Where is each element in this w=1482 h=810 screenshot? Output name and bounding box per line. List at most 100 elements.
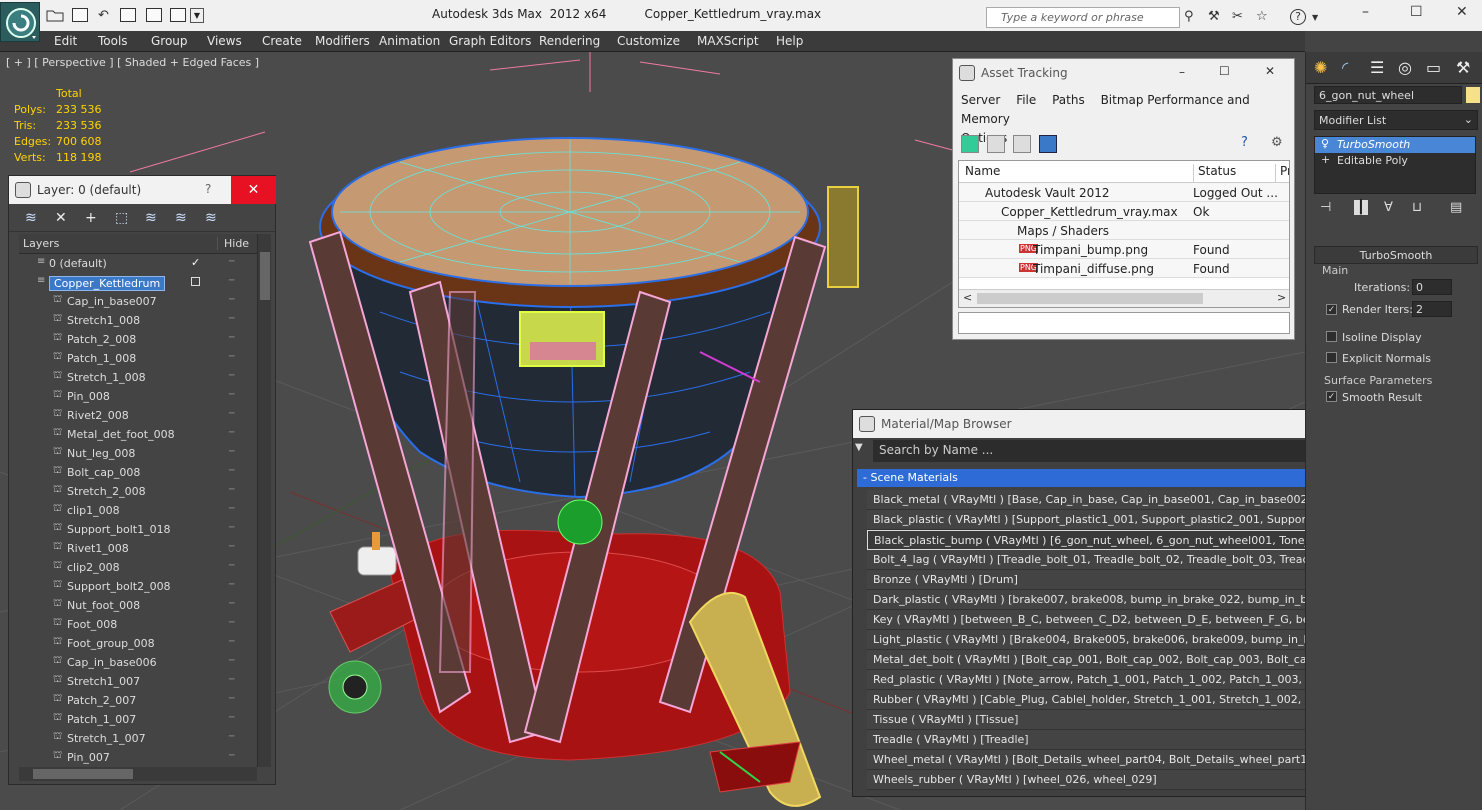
asset-path-field[interactable] bbox=[958, 312, 1290, 334]
object-name-field[interactable]: 6_gon_nut_wheel bbox=[1314, 86, 1462, 104]
layer-row[interactable]: ⛫ Stretch1_008 ─ bbox=[19, 311, 257, 330]
menu-views[interactable]: Views bbox=[207, 34, 242, 48]
menu-graph-editors[interactable]: Graph Editors bbox=[449, 34, 531, 48]
hide-toggle[interactable]: ─ bbox=[229, 656, 234, 666]
light-bulb-icon[interactable]: ♀ bbox=[1321, 137, 1329, 150]
layer-row[interactable]: ⛫ Patch_2_008 ─ bbox=[19, 330, 257, 349]
binoculars-icon[interactable]: ⚲ bbox=[1184, 9, 1194, 24]
layer-row[interactable]: ⛫ Patch_2_007 ─ bbox=[19, 691, 257, 710]
hide-toggle[interactable]: ─ bbox=[229, 257, 234, 267]
layer-row[interactable]: ⛫ Stretch1_007 ─ bbox=[19, 672, 257, 691]
new-scene-icon[interactable] bbox=[146, 8, 162, 22]
asset-row[interactable]: Autodesk Vault 2012 Logged Out ... bbox=[959, 183, 1289, 202]
menu-maxscript[interactable]: MAXScript bbox=[697, 34, 759, 48]
hide-toggle[interactable]: ─ bbox=[229, 409, 234, 419]
layer-close-button[interactable]: ✕ bbox=[231, 176, 276, 204]
scroll-thumb[interactable] bbox=[260, 252, 270, 300]
layer-row[interactable]: ⛫ Nut_foot_008 ─ bbox=[19, 596, 257, 615]
menu-animation[interactable]: Animation bbox=[379, 34, 440, 48]
hide-toggle[interactable]: ─ bbox=[229, 390, 234, 400]
utilities-tab-icon[interactable]: ⚒ bbox=[1456, 58, 1470, 77]
layer-vertical-scrollbar[interactable] bbox=[257, 234, 271, 767]
pin-stack-icon[interactable]: ⊣ bbox=[1320, 200, 1331, 215]
asset-row[interactable]: Copper_Kettledrum_vray.max Ok bbox=[959, 202, 1289, 221]
menu-customize[interactable]: Customize bbox=[617, 34, 680, 48]
modify-tab-icon[interactable]: ◜ bbox=[1342, 58, 1348, 77]
layer-row[interactable]: ⛫ clip1_008 ─ bbox=[19, 501, 257, 520]
scroll-left-icon[interactable]: < bbox=[963, 291, 972, 304]
col-layers[interactable]: Layers bbox=[23, 237, 59, 250]
layer-row[interactable]: ⛫ Bolt_cap_008 ─ bbox=[19, 463, 257, 482]
help-dropdown-icon[interactable]: ▼ bbox=[1312, 13, 1318, 22]
layer-row[interactable]: ⛫ Pin_008 ─ bbox=[19, 387, 257, 406]
layer-row[interactable]: ⛫ Metal_det_foot_008 ─ bbox=[19, 425, 257, 444]
hide-toggle[interactable]: ─ bbox=[229, 276, 234, 286]
remove-modifier-icon[interactable]: ⊔ bbox=[1412, 200, 1422, 215]
hide-toggle[interactable]: ─ bbox=[229, 580, 234, 590]
menu-help[interactable]: Help bbox=[776, 34, 803, 48]
layer-row[interactable]: ⛫ Support_bolt2_008 ─ bbox=[19, 577, 257, 596]
col-path[interactable]: Pr bbox=[1275, 164, 1289, 182]
scroll-thumb[interactable] bbox=[33, 769, 133, 779]
hide-all-icon[interactable]: ≋ bbox=[175, 210, 187, 226]
turbosmooth-rollout[interactable]: TurboSmooth bbox=[1314, 246, 1478, 264]
highlight-layer-icon[interactable]: ≋ bbox=[145, 210, 157, 226]
asset-minimize-icon[interactable]: – bbox=[1179, 65, 1185, 79]
hierarchy-tab-icon[interactable]: ☰ bbox=[1370, 58, 1384, 77]
hide-toggle[interactable]: ─ bbox=[229, 466, 234, 476]
layer-row[interactable]: ≡ 0 (default) ✓ ─ bbox=[19, 254, 257, 273]
save-icon[interactable] bbox=[72, 8, 88, 22]
modifier-list-dropdown[interactable]: Modifier List ⌄ bbox=[1314, 110, 1478, 130]
freeze-all-icon[interactable]: ≋ bbox=[205, 210, 217, 226]
make-current-checkbox[interactable] bbox=[191, 277, 200, 286]
layer-row[interactable]: ⛫ Stretch_1_008 ─ bbox=[19, 368, 257, 387]
scroll-thumb[interactable] bbox=[977, 293, 1203, 304]
add-to-layer-icon[interactable]: + bbox=[85, 210, 97, 226]
render-iters-checkbox[interactable]: ✓ bbox=[1326, 304, 1337, 315]
hide-toggle[interactable]: ─ bbox=[229, 523, 234, 533]
menu-group[interactable]: Group bbox=[151, 34, 188, 48]
communication-center-icon[interactable]: ⚒ bbox=[1208, 9, 1220, 24]
browser-options-icon[interactable]: ▼ bbox=[855, 442, 871, 460]
hide-toggle[interactable]: ─ bbox=[229, 694, 234, 704]
asset-row[interactable]: Maps / Shaders bbox=[959, 221, 1289, 240]
asset-help-icon[interactable]: ? bbox=[1241, 135, 1248, 150]
create-layer-icon[interactable]: ≋ bbox=[25, 210, 37, 226]
app-logo-icon[interactable] bbox=[0, 2, 40, 42]
hide-toggle[interactable]: ─ bbox=[229, 561, 234, 571]
col-name[interactable]: Name bbox=[965, 164, 1000, 178]
layer-row[interactable]: ⛫ Stretch_2_008 ─ bbox=[19, 482, 257, 501]
layer-row[interactable]: ⛫ Cap_in_base007 ─ bbox=[19, 292, 257, 311]
layer-row[interactable]: ⛫ Patch_1_008 ─ bbox=[19, 349, 257, 368]
layer-row[interactable]: ⛫ Support_bolt1_018 ─ bbox=[19, 520, 257, 539]
viewport-label[interactable]: [ + ] [ Perspective ] [ Shaded + Edged F… bbox=[6, 56, 259, 69]
object-color-swatch[interactable] bbox=[1466, 87, 1480, 103]
layer-row[interactable]: ⛫ Pin_007 ─ bbox=[19, 748, 257, 767]
hide-toggle[interactable]: ─ bbox=[229, 485, 234, 495]
hide-toggle[interactable]: ─ bbox=[229, 675, 234, 685]
configure-sets-icon[interactable]: ▤ bbox=[1450, 200, 1462, 215]
asset-menu-bitmap[interactable]: Bitmap Performance and Memory bbox=[961, 93, 1250, 126]
smooth-result-checkbox[interactable]: ✓ bbox=[1326, 391, 1337, 402]
menu-edit[interactable]: Edit bbox=[54, 34, 77, 48]
search-input[interactable]: Type a keyword or phrase bbox=[986, 7, 1180, 28]
minimize-icon[interactable]: – bbox=[1362, 4, 1369, 20]
layer-row[interactable]: ⛫ Rivet2_008 ─ bbox=[19, 406, 257, 425]
hide-toggle[interactable]: ─ bbox=[229, 371, 234, 381]
hide-toggle[interactable]: ─ bbox=[229, 295, 234, 305]
make-unique-icon[interactable]: ∀ bbox=[1384, 200, 1393, 215]
hide-toggle[interactable]: ─ bbox=[229, 333, 234, 343]
favorites-star-icon[interactable]: ☆ bbox=[1256, 9, 1268, 24]
menu-tools[interactable]: Tools bbox=[98, 34, 128, 48]
motion-tab-icon[interactable]: ◎ bbox=[1398, 58, 1412, 77]
layer-row[interactable]: ⛫ Stretch_1_007 ─ bbox=[19, 729, 257, 748]
scroll-right-icon[interactable]: > bbox=[1277, 291, 1286, 304]
render-iters-spinner[interactable]: 2 bbox=[1412, 301, 1452, 317]
layer-row[interactable]: ⛫ clip2_008 ─ bbox=[19, 558, 257, 577]
hide-toggle[interactable]: ─ bbox=[229, 751, 234, 761]
hide-toggle[interactable]: ─ bbox=[229, 504, 234, 514]
explicit-normals-checkbox[interactable] bbox=[1326, 352, 1337, 363]
help-icon[interactable]: ? bbox=[1290, 9, 1306, 25]
asset-menu-file[interactable]: File bbox=[1016, 93, 1036, 107]
asset-horizontal-scrollbar[interactable]: < > bbox=[959, 289, 1289, 307]
